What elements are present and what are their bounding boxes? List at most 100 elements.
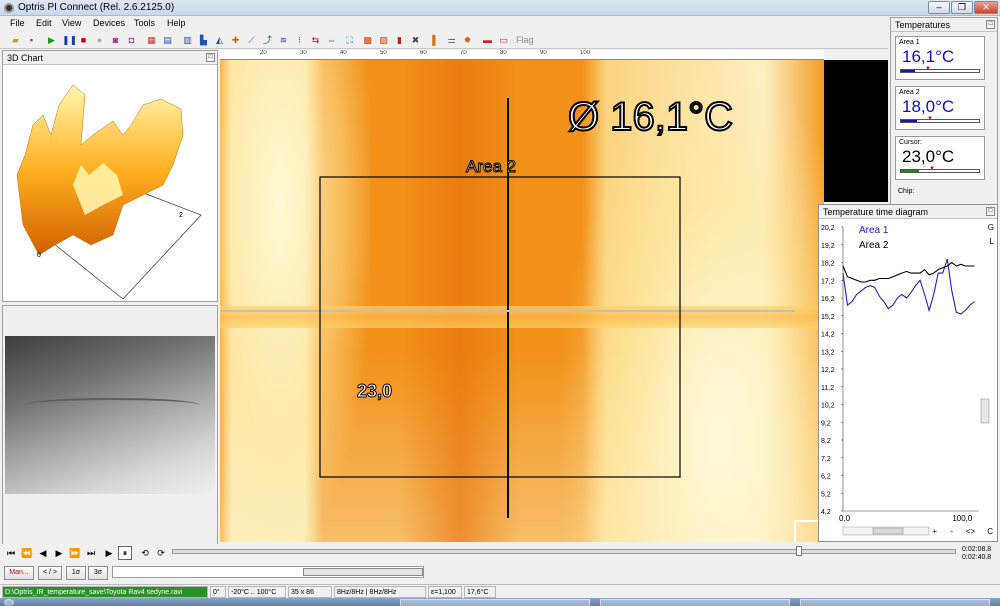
temperature-range: -20°C .. 100°C [228,586,286,598]
palette-icon[interactable]: ▦ [146,35,157,46]
scale-scrollbar[interactable] [112,566,424,578]
sun-icon[interactable]: ✹ [462,35,473,46]
playback-time-current: 0:02:08.8 [962,546,992,553]
horizontal-scrollbar-thumb[interactable] [872,527,904,535]
image-resolution: 35 x 86 [288,586,332,598]
time-diagram-l-button[interactable]: L [990,237,994,246]
y-tick-label: 14,2 [821,332,835,339]
step-back-icon[interactable]: ◀ [36,548,50,559]
sigma-1-button[interactable]: 1σ [66,566,86,580]
pause-icon[interactable]: ❚❚ [62,35,77,46]
trend-icon[interactable]: ⤴ [262,35,273,46]
numeric-icon[interactable]: ⁝ [294,35,305,46]
minimize-button[interactable]: – [928,1,950,14]
temperature-label: Area 2 [899,89,920,96]
time-diagram-clear-button[interactable]: C [987,527,993,536]
snapshot-icon[interactable]: ◘ [126,35,137,46]
vertical-scrollbar-thumb[interactable] [980,398,990,424]
stop-icon[interactable]: ■ [78,35,89,46]
alarm-settings-icon[interactable]: ▭ [498,35,509,46]
layout-icon[interactable]: ▤ [162,35,173,46]
thermal-image[interactable]: Area 2 Ø 16,1°C 23,0 [220,60,824,542]
chart3d-close-icon[interactable]: □ [206,53,215,62]
area-icon[interactable]: ◭ [214,35,225,46]
top-ruler: 20 30 40 50 60 70 80 90 100 [220,50,824,60]
time-diagram-shift-button[interactable]: <> [966,527,975,536]
time-diagram-panel: Temperature time diagram □ 20,2 19,2 18,2 1… [818,204,998,542]
ambient-temperature: 17,6°C [464,586,496,598]
temperatures-close-icon[interactable]: □ [986,20,995,29]
taskbar-button[interactable] [400,599,590,606]
temperature-block-cursor[interactable]: Cursor: 23,0°C ▼ [895,136,985,180]
rewind-icon[interactable]: ⏪ [20,548,34,559]
temperature-block-area-2[interactable]: Area 2 18,0°C ▼ [895,86,985,130]
loop-icon[interactable]: ⟲ [138,548,152,559]
play-icon[interactable]: ▶ [46,35,57,46]
scale-scrollbar-thumb[interactable] [303,568,423,576]
pause-button[interactable]: ⏸ [118,546,132,560]
sync-icon[interactable]: ⟳ [154,548,168,559]
ruler-icon[interactable]: ▮ [394,35,405,46]
flag-button[interactable]: Flag [516,35,534,45]
playback-bar: ⏮ ⏪ ◀ ▶ ⏩ ⏭ ▶ ⏸ ⟲ ⟳ 0:02:08.8 0:02:40.8 [0,544,1000,564]
play-button[interactable]: ▶ [102,548,116,559]
taskbar-button[interactable] [600,599,790,606]
maximize-button[interactable]: ❐ [951,1,973,14]
playback-track[interactable] [172,549,956,554]
y-tick-label: 5,2 [821,491,831,498]
save-icon[interactable]: ▪ [26,35,37,46]
resize-icon[interactable]: ⇔ [326,35,337,46]
line-chart-icon[interactable]: ⟋ [246,35,257,46]
fullscreen-icon[interactable]: ⛶ [344,35,355,46]
camera-icon[interactable]: ◙ [110,35,121,46]
time-diagram-minus-button[interactable]: - [950,527,953,536]
grid-icon[interactable]: ▥ [182,35,193,46]
color-map-icon[interactable]: ▩ [362,35,373,46]
temperature-bar-fill [901,70,916,72]
manual-scale-button[interactable]: Man... [4,566,34,580]
step-forward-icon[interactable]: ▶ [52,548,66,559]
chart3d-surface[interactable]: 0 2 [3,65,217,301]
arrows-icon[interactable]: ⇆ [310,35,321,46]
fast-forward-icon[interactable]: ⏩ [68,548,82,559]
close-button[interactable]: ✕ [974,1,998,14]
range-toggle-button[interactable]: < / > [38,566,62,580]
temperature-bar: ▼ [900,166,980,173]
time-diagram-plus-button[interactable]: + [932,527,937,536]
start-orb-icon[interactable] [4,599,14,606]
temperature-bar-fill [901,170,919,172]
isotherm-icon[interactable]: ▨ [378,35,389,46]
open-folder-icon[interactable]: ▰ [10,35,21,46]
ruler-label: 30 [300,50,307,56]
sigma-3-button[interactable]: 3σ [88,566,108,580]
legend-area-1: Area 1 [859,225,889,236]
menu-tools[interactable]: Tools [134,18,155,28]
playback-thumb[interactable] [796,546,802,556]
area-2-label: Area 2 [466,157,516,176]
go-to-end-icon[interactable]: ⏭ [84,548,98,559]
temperature-bar: ▼ [900,116,980,123]
time-diagram-chart[interactable]: 20,2 19,2 18,2 17,2 16,2 15,2 14,2 13,2 12,2 11,2… [819,219,997,541]
menu-edit[interactable]: Edit [36,18,52,28]
menu-devices[interactable]: Devices [93,18,125,28]
temperature-value: 16,1°C [902,47,955,66]
crosshair-icon[interactable]: ✚ [230,35,241,46]
calibration-icon[interactable]: ⚌ [446,35,457,46]
menu-view[interactable]: View [62,18,81,28]
time-diagram-g-button[interactable]: G [988,223,994,232]
record-icon[interactable]: ● [94,35,105,46]
menu-help[interactable]: Help [167,18,186,28]
profile-icon[interactable]: ≋ [278,35,289,46]
rotation-angle: 0° [210,586,226,598]
tools-icon[interactable]: ✖ [410,35,421,46]
time-diagram-close-icon[interactable]: □ [986,207,995,216]
taskbar-button[interactable] [800,599,990,606]
time-diagram-title: Temperature time diagram [823,207,929,217]
area-2-rectangle[interactable] [319,176,681,478]
temperature-block-area-1[interactable]: Area 1 16,1°C ▼ [895,36,985,80]
scale-icon[interactable]: ▌ [430,35,441,46]
alarm-icon[interactable]: ▬ [482,35,493,46]
histogram-icon[interactable]: ▙ [198,35,209,46]
menu-file[interactable]: File [10,18,25,28]
go-to-start-icon[interactable]: ⏮ [4,548,18,559]
